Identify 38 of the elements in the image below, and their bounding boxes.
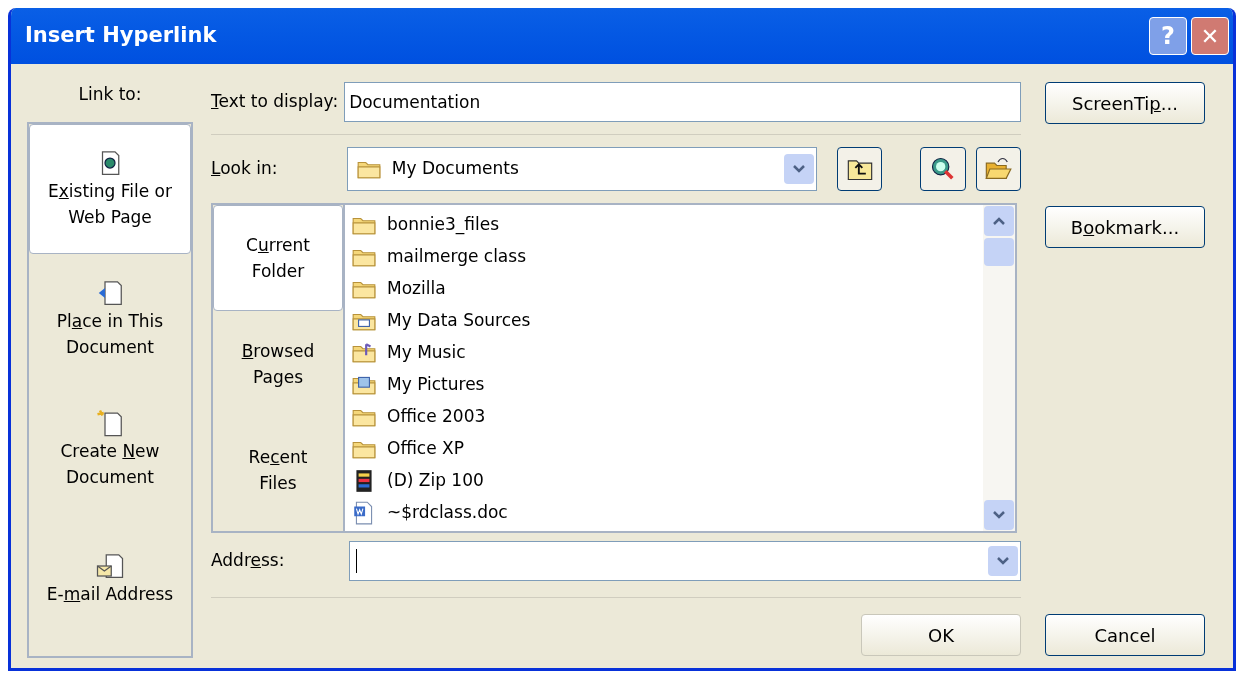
link-to-item[interactable]: E-mail Address — [29, 514, 191, 644]
file-item[interactable]: My Data Sources — [351, 305, 983, 337]
link-to-item[interactable]: Place in This Document — [29, 254, 191, 384]
scroll-thumb[interactable] — [984, 238, 1014, 266]
view-tab[interactable]: Current Folder — [213, 205, 343, 311]
up-one-folder-button[interactable] — [837, 147, 883, 191]
file-item[interactable]: Office XP — [351, 433, 983, 465]
file-item[interactable]: mailmerge class — [351, 241, 983, 273]
text-to-display-field[interactable]: Documentation — [344, 82, 1021, 122]
new-page-icon — [95, 408, 125, 438]
cancel-button[interactable]: Cancel — [1045, 614, 1205, 656]
scrollbar[interactable] — [983, 205, 1015, 531]
page-envelope-icon — [95, 551, 125, 581]
view-tab[interactable]: Browsed Pages — [213, 311, 343, 417]
file-item[interactable]: My Music — [351, 337, 983, 369]
link-to-item[interactable]: Existing File or Web Page — [29, 124, 191, 254]
address-label: Address: — [211, 549, 286, 573]
file-item[interactable]: ~$rdclass.doc — [351, 497, 983, 529]
scroll-down-icon[interactable] — [984, 500, 1014, 530]
file-item[interactable]: My Pictures — [351, 369, 983, 401]
bookmark-button[interactable]: Bookmark... — [1045, 206, 1205, 248]
browse-file-button[interactable] — [975, 147, 1021, 191]
file-item[interactable]: (D) Zip 100 — [351, 465, 983, 497]
text-cursor — [355, 549, 357, 573]
file-item[interactable]: bonnie3_files — [351, 209, 983, 241]
browse-web-button[interactable] — [920, 147, 966, 191]
address-field[interactable] — [348, 541, 1021, 581]
file-item[interactable]: Mozilla — [351, 273, 983, 305]
file-item[interactable]: Office 2003 — [351, 401, 983, 433]
window-title: Insert Hyperlink — [25, 22, 217, 50]
look-in-dropdown[interactable]: My Documents — [346, 147, 818, 191]
view-tab[interactable]: Recent Files — [213, 417, 343, 523]
look-in-label: Look in: — [211, 157, 279, 181]
scroll-up-icon[interactable] — [984, 206, 1014, 236]
link-to-label: Link to: — [78, 83, 142, 106]
screentip-button[interactable]: ScreenTip... — [1045, 82, 1205, 124]
text-to-display-label: Text to display: — [211, 90, 339, 114]
link-to-item[interactable]: Create New Document — [29, 384, 191, 514]
